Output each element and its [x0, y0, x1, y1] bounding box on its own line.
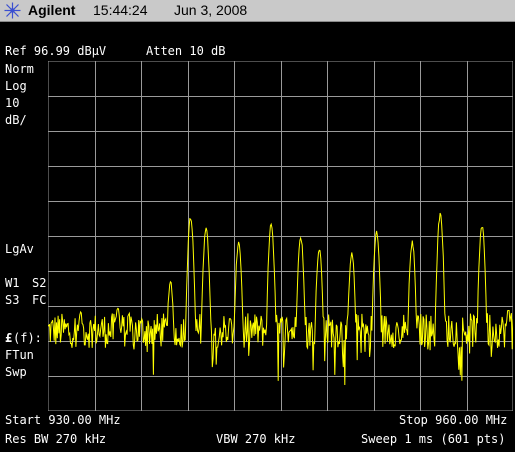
averaging-label: LgAv	[5, 242, 34, 256]
graticule	[48, 61, 513, 411]
ref-level-readout: Ref 96.99 dBµV	[5, 44, 107, 58]
sweep-time-readout: Sweep 1 ms (601 pts)	[361, 432, 506, 446]
spectrum-display	[48, 61, 513, 411]
function-symbol: £	[5, 331, 13, 345]
ftun-label: FTun	[5, 348, 34, 362]
fc-label: FC	[32, 293, 47, 307]
detector-mode-label: Norm	[5, 62, 34, 76]
scale-unit-label: dB/	[5, 113, 27, 127]
stop-frequency-readout: Stop 960.00 MHz	[399, 413, 508, 427]
agilent-spark-icon	[4, 2, 21, 19]
function-label: (f):	[13, 331, 42, 345]
w1-label: W1	[5, 276, 20, 290]
title-bar: Agilent 15:44:24 Jun 3, 2008	[0, 0, 515, 22]
brand-name: Agilent	[28, 2, 76, 18]
resolution-bandwidth-readout: Res BW 270 kHz	[5, 432, 107, 446]
spectrum-plot	[48, 61, 513, 411]
s3-label: S3	[5, 293, 20, 307]
clock-time: 15:44:24	[93, 2, 148, 18]
analyzer-screen: Agilent 15:44:24 Jun 3, 2008 Ref 96.99 d…	[0, 0, 515, 452]
s2-label: S2	[32, 276, 47, 290]
start-frequency-readout: Start 930.00 MHz	[5, 413, 121, 427]
attenuation-readout: Atten 10 dB	[146, 44, 226, 58]
clock-date: Jun 3, 2008	[174, 2, 248, 18]
video-bandwidth-readout: VBW 270 kHz	[216, 432, 296, 446]
scale-value-label: 10	[5, 96, 20, 110]
swp-label: Swp	[5, 365, 27, 379]
scale-type-label: Log	[5, 79, 27, 93]
